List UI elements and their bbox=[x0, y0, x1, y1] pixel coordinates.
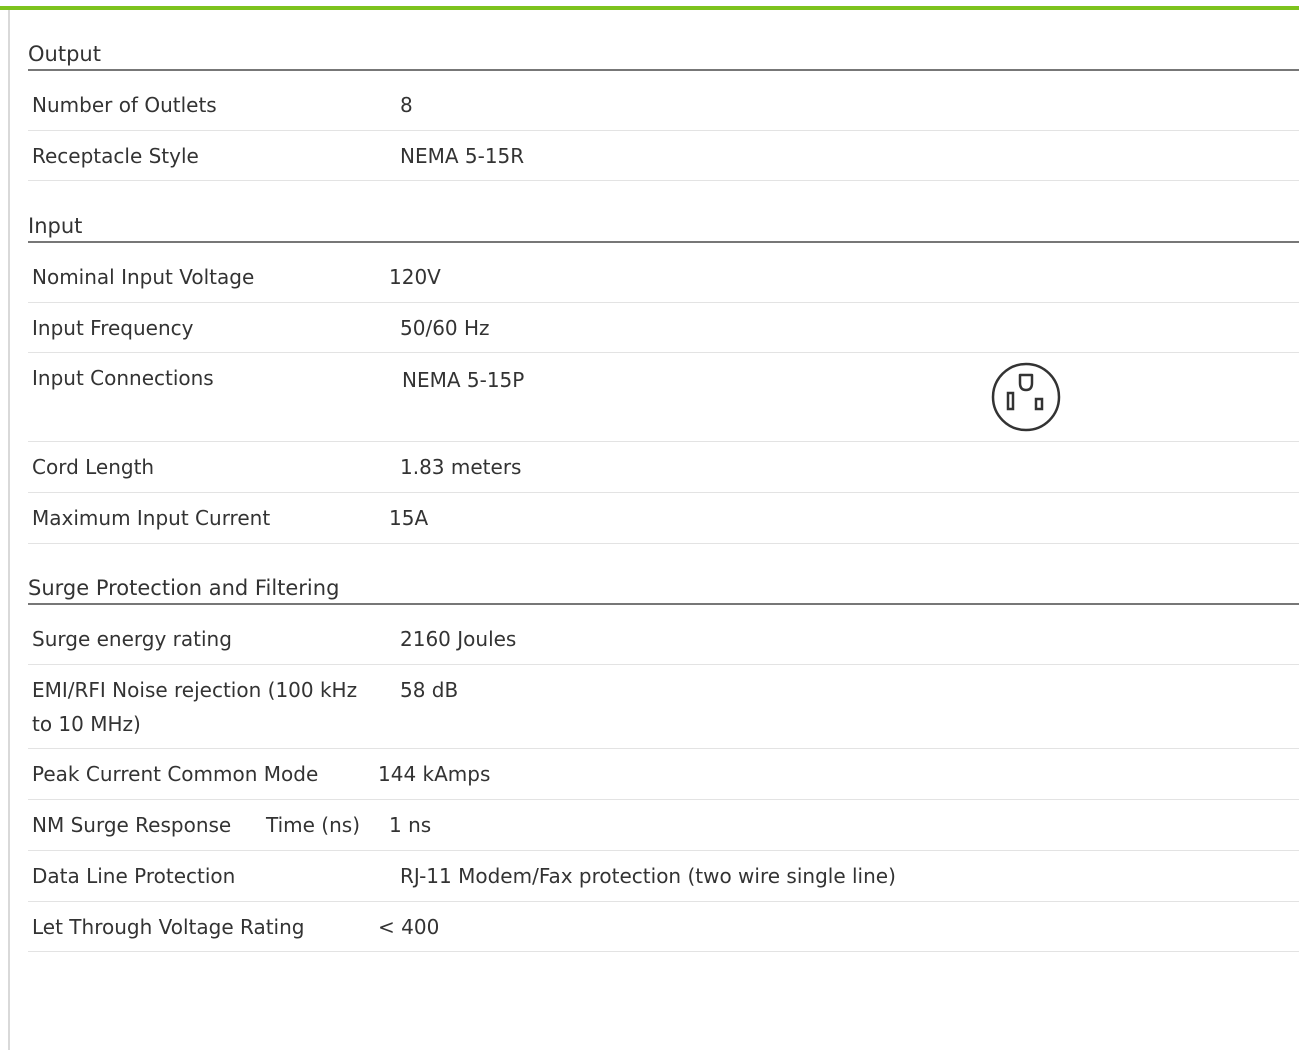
spec-value: NEMA 5-15R bbox=[400, 144, 525, 168]
spec-row-cord-length: Cord Length 1.83 meters bbox=[28, 442, 1299, 493]
spec-value: 1.83 meters bbox=[400, 455, 522, 479]
spec-label: Let Through Voltage Rating bbox=[32, 915, 305, 939]
spec-value: NEMA 5-15P bbox=[402, 368, 525, 392]
spec-label: Surge energy rating bbox=[32, 627, 232, 651]
spec-row-maximum-input-current: Maximum Input Current 15A bbox=[28, 493, 1299, 544]
spec-label: Maximum Input Current bbox=[32, 506, 271, 530]
spec-value: 144 kAmps bbox=[378, 762, 491, 786]
spec-value: 8 bbox=[400, 93, 413, 117]
spec-value: 58 dB bbox=[400, 678, 459, 702]
section-title-output: Output bbox=[28, 41, 1299, 71]
spec-value: 1 ns bbox=[389, 813, 432, 837]
spec-value: 50/60 Hz bbox=[400, 316, 490, 340]
section-title-input: Input bbox=[28, 213, 1299, 243]
spec-row-let-through-voltage-rating: Let Through Voltage Rating < 400 bbox=[28, 902, 1299, 952]
spec-row-nm-surge-response: NM Surge Response Time (ns) 1 ns bbox=[28, 800, 1299, 851]
nema-5-15-outlet-icon bbox=[991, 362, 1061, 432]
spec-row-input-frequency: Input Frequency 50/60 Hz bbox=[28, 303, 1299, 353]
spec-row-receptacle-style: Receptacle Style NEMA 5-15R bbox=[28, 131, 1299, 181]
spec-value: RJ-11 Modem/Fax protection (two wire sin… bbox=[400, 864, 896, 888]
spec-row-data-line-protection: Data Line Protection RJ-11 Modem/Fax pro… bbox=[28, 851, 1299, 902]
spec-row-peak-current-common-mode: Peak Current Common Mode 144 kAmps bbox=[28, 749, 1299, 800]
spec-label: Receptacle Style bbox=[32, 144, 199, 168]
section-title-surge-protection: Surge Protection and Filtering bbox=[28, 575, 1299, 605]
spec-row-input-connections: Input Connections NEMA 5-15P bbox=[28, 353, 1299, 442]
spec-label: Data Line Protection bbox=[32, 864, 236, 888]
spec-label: EMI/RFI Noise rejection (100 kHz to 10 M… bbox=[32, 678, 358, 736]
left-border bbox=[8, 10, 10, 1050]
spec-label: NM Surge Response bbox=[32, 813, 232, 837]
spec-label: Nominal Input Voltage bbox=[32, 265, 255, 289]
spec-row-emi-rfi-noise-rejection: EMI/RFI Noise rejection (100 kHz to 10 M… bbox=[28, 665, 1299, 749]
spec-label: Peak Current Common Mode bbox=[32, 762, 319, 786]
spec-row-number-of-outlets: Number of Outlets 8 bbox=[28, 80, 1299, 131]
spec-label-extra: Time (ns) bbox=[266, 813, 361, 837]
spec-label: Number of Outlets bbox=[32, 93, 217, 117]
spec-label: Input Frequency bbox=[32, 316, 194, 340]
spec-value: < 400 bbox=[378, 915, 440, 939]
spec-value: 15A bbox=[389, 506, 429, 530]
spec-value: 120V bbox=[389, 265, 441, 289]
spec-row-surge-energy-rating: Surge energy rating 2160 Joules bbox=[28, 614, 1299, 665]
spec-label: Input Connections bbox=[32, 366, 214, 390]
spec-value: 2160 Joules bbox=[400, 627, 517, 651]
top-accent-bar bbox=[0, 6, 1299, 10]
spec-row-nominal-input-voltage: Nominal Input Voltage 120V bbox=[28, 252, 1299, 303]
spec-label: Cord Length bbox=[32, 455, 155, 479]
